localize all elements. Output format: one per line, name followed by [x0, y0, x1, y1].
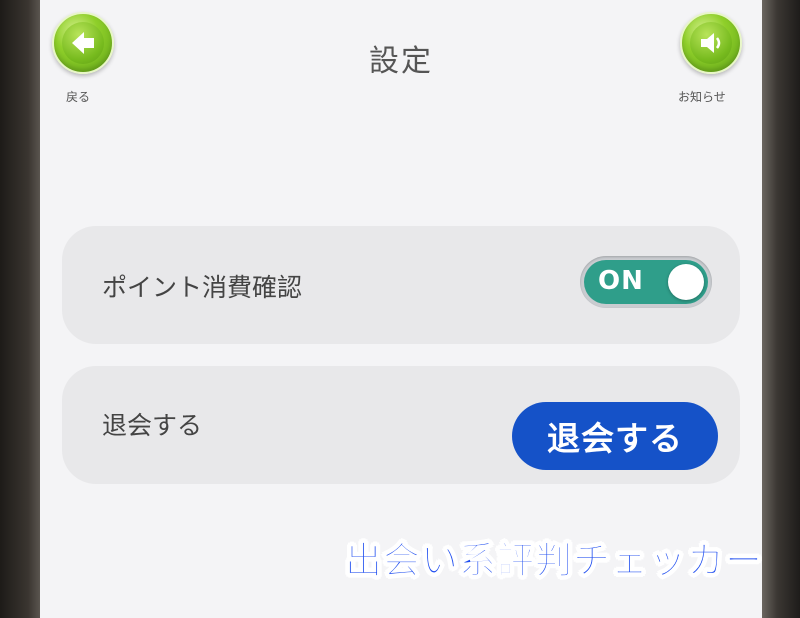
notice-button[interactable]	[680, 12, 742, 74]
device-bezel-right	[762, 0, 800, 618]
point-confirm-toggle[interactable]: ON	[580, 256, 712, 308]
withdraw-button[interactable]: 退会する	[512, 402, 718, 470]
speaker-icon	[701, 33, 721, 53]
toggle-knob	[668, 264, 704, 300]
back-label: 戻る	[66, 90, 91, 104]
point-confirm-label: ポイント消費確認	[102, 273, 303, 302]
withdraw-label: 退会する	[102, 411, 203, 440]
settings-screen: 戻る 設定 お知らせ ポイント消費確認 ON 退会する 退会する 出会い系評判チ…	[40, 0, 762, 618]
device-bezel-left	[0, 0, 40, 618]
toggle-state-text: ON	[598, 266, 644, 296]
notice-label: お知らせ	[678, 90, 726, 104]
page-title: 設定	[369, 44, 433, 79]
watermark-text: 出会い系評判チェッカー	[345, 539, 763, 583]
withdraw-row: 退会する 退会する	[62, 366, 740, 484]
point-confirm-row: ポイント消費確認 ON	[62, 226, 740, 344]
toggle-track: ON	[584, 260, 708, 304]
notice-button-face	[690, 22, 732, 64]
